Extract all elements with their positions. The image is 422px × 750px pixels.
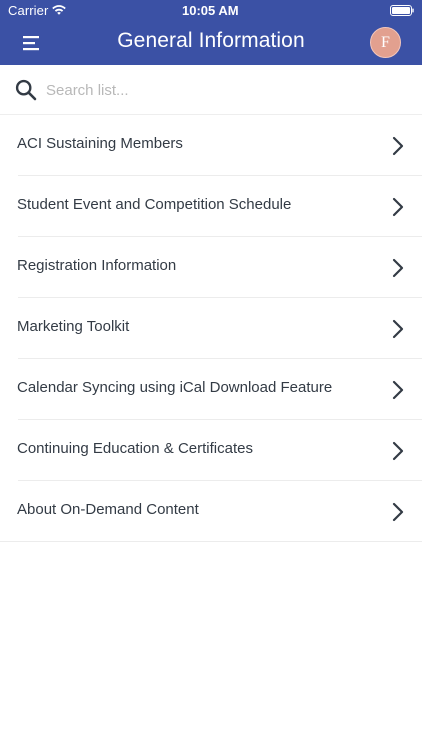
list-item-label: Continuing Education & Certificates xyxy=(17,440,253,457)
list-item-on-demand-content[interactable]: About On-Demand Content xyxy=(0,481,422,542)
search-bar xyxy=(0,65,422,115)
app-header: Carrier 10:05 AM General Information F xyxy=(0,0,422,65)
chevron-right-icon xyxy=(392,319,404,339)
app-screen: Carrier 10:05 AM General Information F S… xyxy=(0,0,422,750)
carrier-name: Carrier xyxy=(8,3,49,18)
chevron-right-icon xyxy=(392,258,404,278)
chevron-right-icon xyxy=(392,197,404,217)
list-item-label: ACI Sustaining Members xyxy=(17,135,183,152)
page-title: General Information xyxy=(117,29,305,52)
list-item-label: About On-Demand Content xyxy=(17,501,199,518)
user-avatar[interactable]: F xyxy=(370,27,401,58)
chevron-right-icon xyxy=(392,136,404,156)
list-item-calendar-syncing[interactable]: Calendar Syncing using iCal Download Fea… xyxy=(0,359,422,420)
list-item-label: Student Event and Competition Schedule xyxy=(17,196,292,213)
search-input[interactable] xyxy=(46,77,396,103)
search-icon xyxy=(15,79,37,101)
list-item-registration-information[interactable]: Registration Information xyxy=(0,237,422,298)
chevron-right-icon xyxy=(392,502,404,522)
info-list: ACI Sustaining Members Student Event and… xyxy=(0,115,422,542)
list-item-label: Calendar Syncing using iCal Download Fea… xyxy=(17,379,333,396)
list-item-aci-sustaining-members[interactable]: ACI Sustaining Members xyxy=(0,115,422,176)
wifi-icon xyxy=(52,5,66,15)
battery-icon xyxy=(390,5,414,16)
list-item-continuing-education[interactable]: Continuing Education & Certificates xyxy=(0,420,422,481)
status-time: 10:05 AM xyxy=(182,3,239,18)
list-item-label: Registration Information xyxy=(17,257,177,274)
chevron-right-icon xyxy=(392,380,404,400)
list-item-label: Marketing Toolkit xyxy=(17,318,130,335)
chevron-right-icon xyxy=(392,441,404,461)
list-item-marketing-toolkit[interactable]: Marketing Toolkit xyxy=(0,298,422,359)
status-bar: Carrier 10:05 AM xyxy=(0,0,422,22)
list-item-student-event-schedule[interactable]: Student Event and Competition Schedule xyxy=(0,176,422,237)
